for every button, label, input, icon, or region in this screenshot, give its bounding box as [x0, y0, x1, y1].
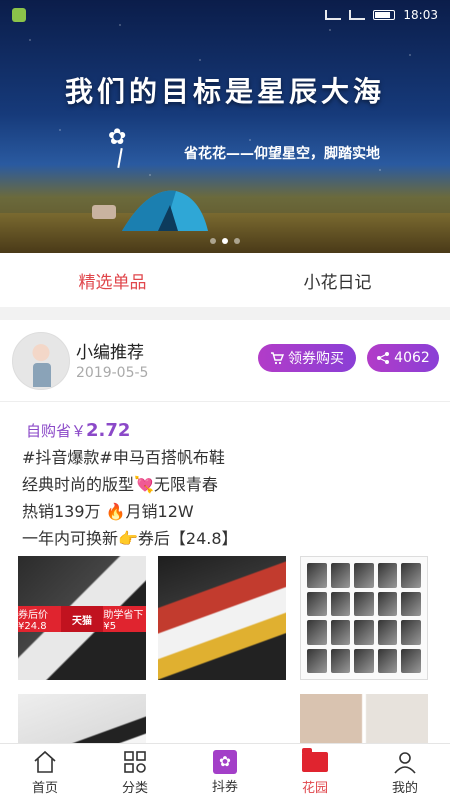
category-icon	[124, 750, 146, 773]
saving-label: 自购省￥	[26, 422, 87, 440]
nav-home[interactable]: 首页	[0, 744, 90, 800]
nav-category[interactable]: 分类	[90, 744, 180, 800]
promo-coupon: 券后价 ¥24.8	[18, 610, 48, 632]
profile-icon	[394, 751, 416, 774]
content-tabs: 精选单品 小花日记	[0, 253, 450, 307]
product-image[interactable]	[158, 556, 286, 680]
nav-label: 分类	[121, 780, 148, 796]
author-name: 小编推荐	[76, 343, 144, 363]
status-right: 18:03	[325, 8, 438, 22]
nav-label: 花园	[301, 780, 328, 796]
nav-garden[interactable]: 花园	[270, 744, 360, 800]
tab-featured[interactable]: 精选单品	[0, 253, 225, 307]
carousel-dot[interactable]	[210, 238, 216, 244]
home-icon	[34, 750, 56, 773]
post-description[interactable]: #抖音爆款#申马百搭帆布鞋 经典时尚的版型💘无限青春 热销139万 🔥月销12W…	[22, 444, 238, 552]
share-icon	[377, 352, 390, 364]
avatar[interactable]	[12, 332, 70, 390]
saving-value: 2.72	[86, 420, 131, 441]
notification-app-icon	[12, 8, 26, 22]
product-image[interactable]	[300, 556, 428, 680]
tab-diary[interactable]: 小花日记	[225, 253, 450, 307]
promo-strip: 券后价 ¥24.8 天猫 助学省下 ¥5	[18, 606, 146, 632]
desc-line: 热销139万 🔥月销12W	[22, 502, 194, 521]
share-count: 4062	[394, 350, 430, 366]
desc-line: 一年内可换新👉券后【24.8】	[22, 529, 238, 548]
bottom-navigation: 首页 分类 ✿ 抖券 花园 我的	[0, 743, 450, 800]
grassland	[0, 213, 450, 253]
desc-line: #抖音爆款#申马百搭帆布鞋	[22, 448, 225, 467]
status-left	[12, 8, 26, 22]
status-bar: 18:03	[0, 0, 450, 30]
nav-label: 我的	[391, 780, 418, 796]
product-image[interactable]: 券后价 ¥24.8 天猫 助学省下 ¥5	[18, 556, 146, 680]
nav-douquan[interactable]: ✿ 抖券	[180, 744, 270, 800]
status-time: 18:03	[403, 8, 438, 22]
banner-subtitle: 省花花——仰望星空，脚踏实地	[184, 146, 380, 162]
desc-line: 经典时尚的版型💘无限青春	[22, 475, 218, 494]
color-variants-grid	[307, 563, 421, 673]
author-row: 小编推荐 2019-05-5 领券购买 4062	[0, 320, 450, 402]
nav-label: 首页	[31, 780, 58, 796]
banner-carousel[interactable]: 18:03 我们的目标是星辰大海 ✿ 省花花——仰望星空，脚踏实地	[0, 0, 450, 253]
flower-logo-icon: ✿	[108, 125, 127, 150]
banner-title: 我们的目标是星辰大海	[64, 75, 385, 108]
signal-icon	[349, 10, 366, 20]
carousel-dots	[0, 238, 450, 244]
tmall-label: 天猫	[72, 615, 92, 627]
post-card: 小编推荐 2019-05-5 领券购买 4062 自购省￥2.72 #抖音爆款#…	[0, 320, 450, 800]
tent-illustration	[122, 190, 208, 231]
carousel-dot-active[interactable]	[222, 238, 228, 244]
garden-folder-icon	[302, 747, 328, 775]
battery-icon	[373, 10, 396, 20]
rock	[92, 205, 116, 219]
saving-amount: 自购省￥2.72	[26, 420, 130, 441]
nav-profile[interactable]: 我的	[360, 744, 450, 800]
get-coupon-button[interactable]: 领券购买	[258, 344, 356, 372]
wifi-icon	[325, 10, 342, 20]
tmall-badge: 天猫	[60, 606, 104, 632]
nav-label: 抖券	[211, 779, 238, 795]
share-button[interactable]: 4062	[367, 344, 439, 372]
carousel-dot[interactable]	[234, 238, 240, 244]
get-coupon-label: 领券购买	[288, 351, 344, 367]
cart-icon	[271, 352, 284, 365]
promo-save: 助学省下 ¥5	[103, 610, 144, 632]
post-date: 2019-05-5	[76, 365, 149, 381]
douquan-icon: ✿	[213, 749, 237, 774]
